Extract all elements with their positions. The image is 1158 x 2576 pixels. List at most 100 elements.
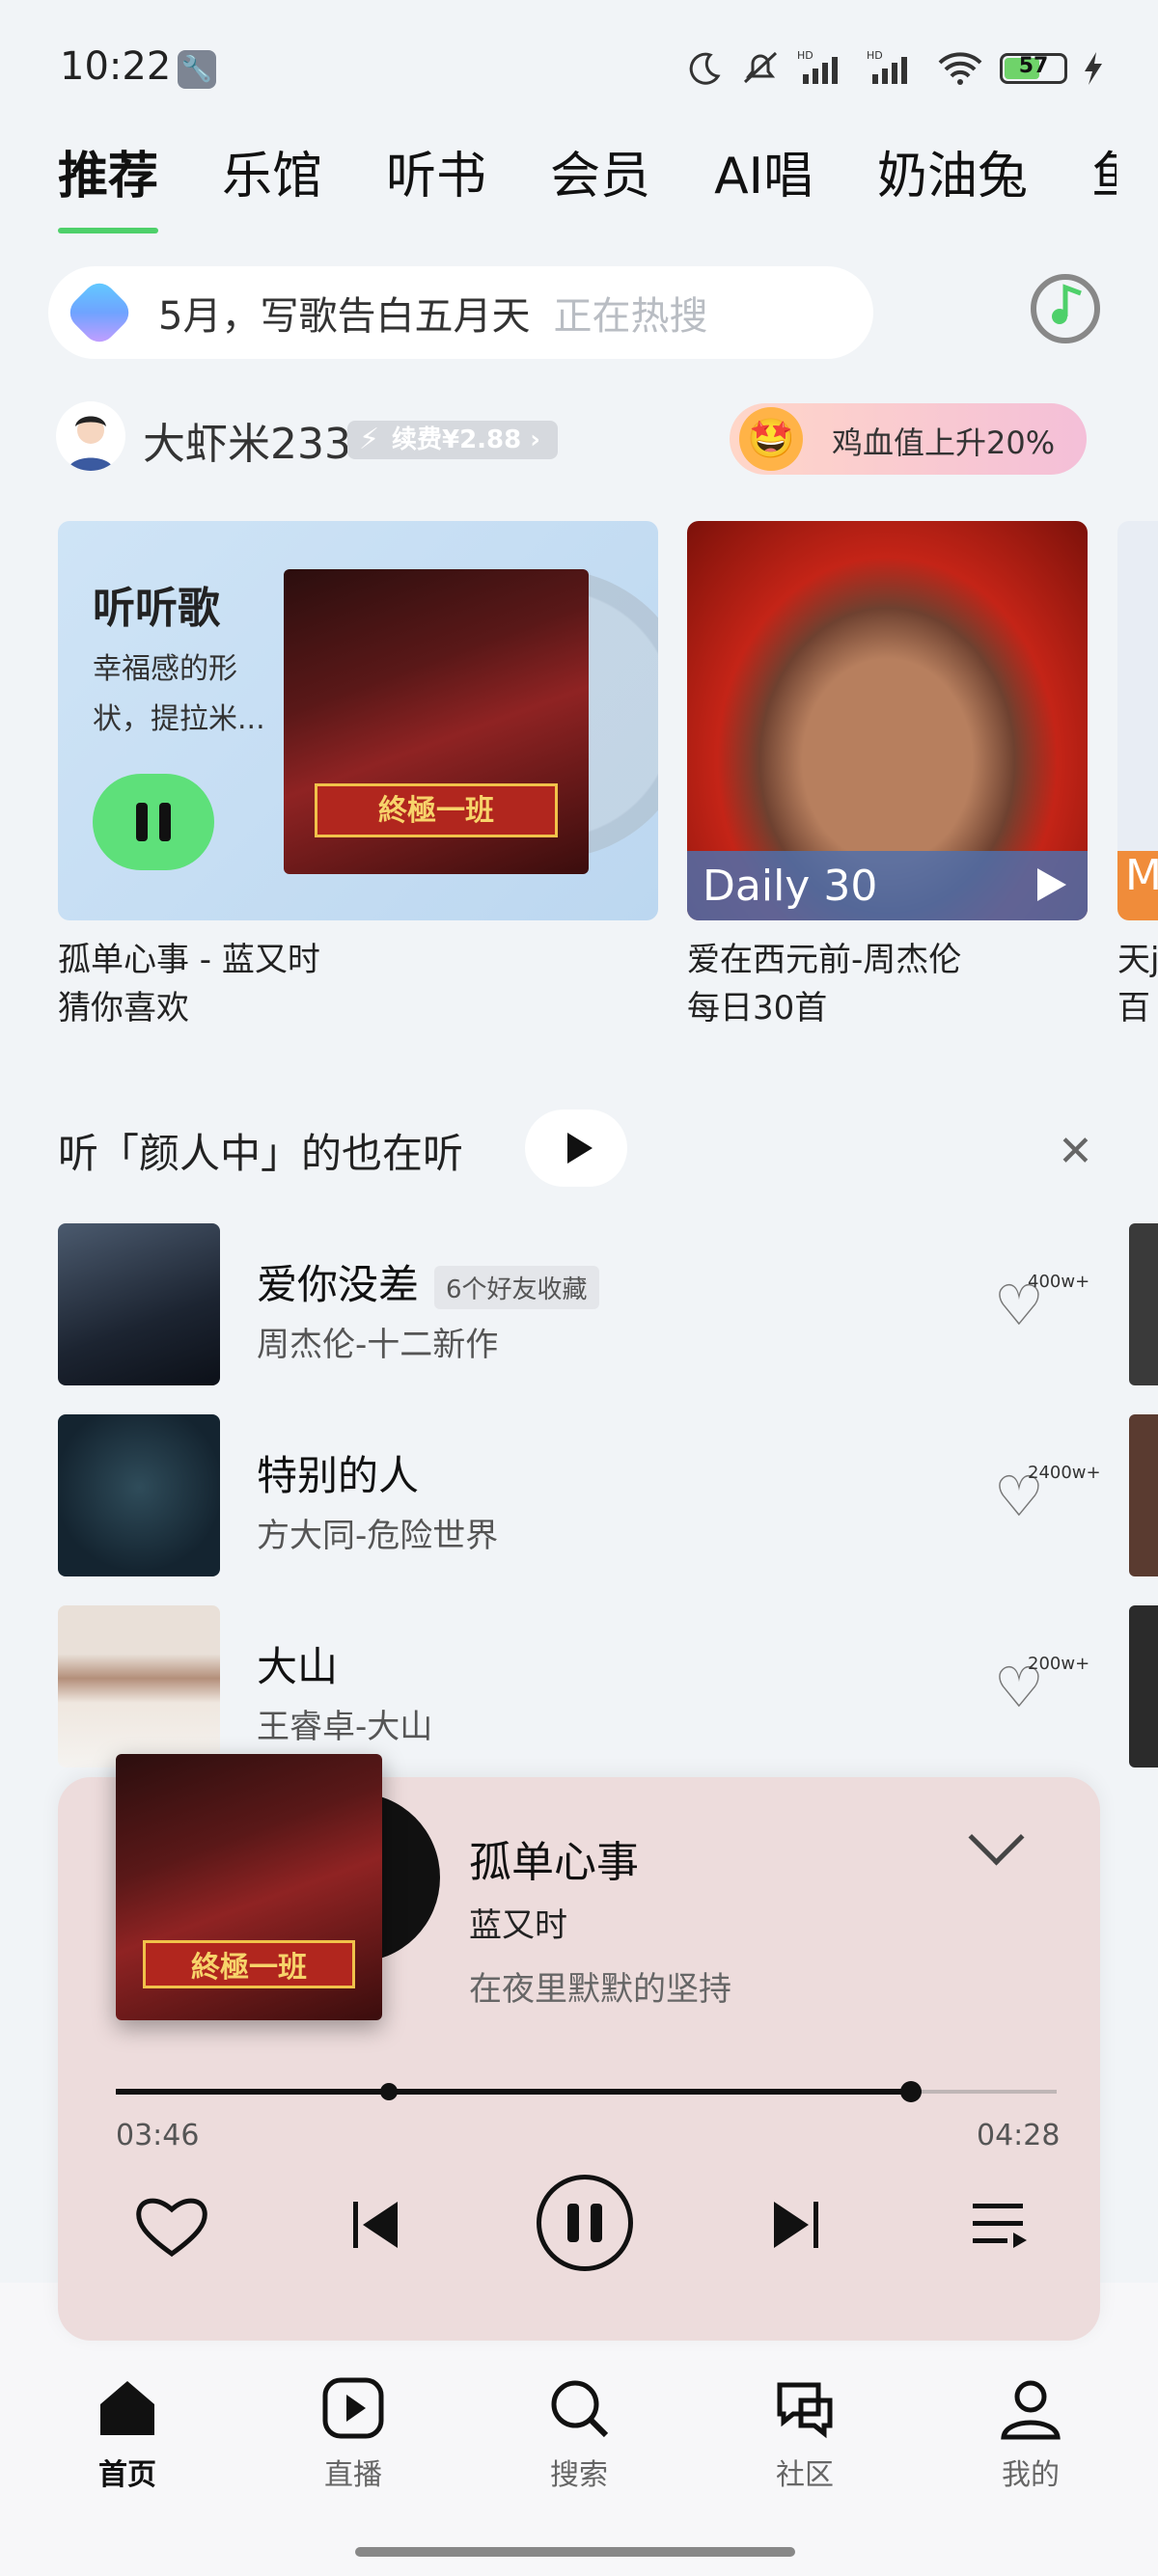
- daily30-bar: Daily 30: [687, 851, 1088, 920]
- song-title: 特别的人: [257, 1452, 420, 1499]
- renew-badge[interactable]: ⚡ 续费¥2.88 ›: [347, 421, 559, 459]
- card-daily30-caption: 爱在西元前-周杰伦: [687, 941, 962, 979]
- avatar[interactable]: [56, 401, 125, 471]
- moon-icon: [689, 52, 721, 85]
- card-daily30-subcaption: 每日30首: [687, 989, 828, 1028]
- tab-music-hall[interactable]: 乐馆: [222, 135, 322, 212]
- total-time: 04:28: [977, 2119, 1061, 2152]
- status-icons: HD HD 57: [685, 44, 1104, 93]
- play-icon[interactable]: [1037, 868, 1066, 901]
- daily30-label: Daily 30: [703, 862, 878, 911]
- like-count: 2400w+: [1028, 1463, 1101, 1483]
- card-daily30[interactable]: Daily 30: [687, 521, 1088, 920]
- list-item[interactable]: 爱你没差 6个好友收藏 周杰伦-十二新作 ♡ 400w+: [58, 1223, 1100, 1385]
- search-hot-keyword: 5月，写歌告白五月天: [158, 294, 531, 339]
- album-cover-text: 終極一班: [314, 782, 559, 838]
- search-logo-icon: [63, 276, 136, 349]
- promo-badge[interactable]: 🤩 鸡血值上升20%: [730, 403, 1087, 475]
- charging-icon: [1085, 52, 1102, 85]
- status-time: 10:22: [60, 44, 172, 89]
- section-play-button[interactable]: [525, 1110, 627, 1187]
- like-heart-icon[interactable]: [135, 2196, 208, 2258]
- previous-icon[interactable]: [347, 2196, 405, 2254]
- renew-label: 续费¥2.88: [392, 425, 522, 454]
- play-icon: [567, 1133, 593, 1164]
- nav-community-label: 社区: [776, 2458, 834, 2492]
- progress-fill: [116, 2089, 911, 2095]
- wrench-icon: 🔧: [178, 50, 216, 89]
- nav-community[interactable]: 社区: [747, 2375, 863, 2493]
- song-title: 爱你没差: [257, 1261, 420, 1308]
- progress-slider[interactable]: [116, 2081, 1057, 2102]
- home-indicator[interactable]: [355, 2547, 795, 2557]
- song-title: 大山: [257, 1643, 339, 1690]
- tab-recommend[interactable]: 推荐: [58, 135, 159, 233]
- card-pause-button[interactable]: [93, 774, 214, 870]
- search-bar[interactable]: 5月，写歌告白五月天 正在热搜: [48, 266, 873, 359]
- search-icon: [551, 2380, 609, 2438]
- nav-search[interactable]: 搜索: [521, 2375, 637, 2493]
- current-time: 03:46: [116, 2119, 200, 2152]
- search-hot-label: 正在热搜: [553, 294, 708, 339]
- friends-badge: 6个好友收藏: [434, 1266, 599, 1309]
- nav-live[interactable]: 直播: [295, 2375, 411, 2493]
- section-title: 听「颜人中」的也在听: [58, 1130, 464, 1177]
- promo-text: 鸡血值上升20%: [832, 425, 1056, 461]
- signal-icon-2: HD: [867, 49, 907, 84]
- tab-cream-rabbit[interactable]: 奶油兔: [877, 135, 1028, 212]
- signal-icon-1: HD: [797, 49, 838, 84]
- pause-icon: [136, 803, 171, 841]
- nav-home[interactable]: 首页: [69, 2375, 185, 2493]
- tab-more[interactable]: 鱼: [1091, 135, 1117, 212]
- like-count: 400w+: [1028, 1272, 1090, 1292]
- progress-handle[interactable]: [899, 2081, 922, 2102]
- album-cover-text: 終極一班: [142, 1939, 356, 1988]
- nav-live-label: 直播: [324, 2458, 382, 2492]
- song-cover-partial: [1129, 1223, 1158, 1385]
- nav-profile-label: 我的: [1002, 2458, 1060, 2492]
- nav-home-label: 首页: [98, 2458, 156, 2492]
- music-note-icon: [1052, 284, 1082, 324]
- card-listen-title: 听听歌: [93, 584, 220, 633]
- wifi-icon: [938, 52, 982, 85]
- player-lyric: 在夜里默默的坚持: [469, 1970, 731, 2009]
- tab-audiobook[interactable]: 听书: [386, 135, 486, 212]
- battery-level: 57: [1018, 54, 1049, 78]
- svg-text:HD: HD: [797, 49, 813, 62]
- card-listen-subcaption: 猜你喜欢: [58, 989, 189, 1028]
- pause-button[interactable]: [537, 2175, 633, 2271]
- close-icon[interactable]: ✕: [1058, 1127, 1093, 1176]
- player-song-title: 孤单心事: [469, 1838, 639, 1887]
- progress-mark: [379, 2083, 398, 2100]
- next-icon[interactable]: [766, 2196, 824, 2254]
- player-album-cover: 終極一班: [116, 1754, 382, 2020]
- top-tabs: 推荐 乐馆 听书 会员 AI唱 奶油兔 鱼: [58, 135, 1117, 233]
- song-subtitle: 方大同-危险世界: [257, 1517, 499, 1555]
- avatar-image: [68, 416, 114, 471]
- song-cover: [58, 1605, 220, 1768]
- card-partial[interactable]: M: [1117, 521, 1158, 920]
- card-partial-caption: 天j: [1117, 941, 1158, 979]
- card-listen[interactable]: 听听歌 幸福感的形状，提拉米... 終極一班: [58, 521, 658, 920]
- song-cover-partial: [1129, 1414, 1158, 1576]
- list-item[interactable]: 大山 王睿卓-大山 ♡ 200w+: [58, 1605, 1100, 1768]
- song-cover-partial: [1129, 1605, 1158, 1768]
- music-recognition-button[interactable]: [1031, 274, 1100, 343]
- song-subtitle: 周杰伦-十二新作: [257, 1326, 499, 1364]
- song-cover: [58, 1414, 220, 1576]
- like-count: 200w+: [1028, 1654, 1090, 1674]
- tab-ai-sing[interactable]: AI唱: [714, 135, 813, 212]
- playlist-icon[interactable]: [969, 2196, 1031, 2254]
- username: 大虾米233: [143, 420, 351, 469]
- star-eyes-emoji-icon: 🤩: [739, 407, 803, 471]
- card-listen-desc: 幸福感的形状，提拉米...: [93, 652, 265, 736]
- lightning-icon: ⚡: [359, 423, 380, 456]
- mute-icon: [743, 51, 778, 84]
- nav-profile[interactable]: 我的: [973, 2375, 1089, 2493]
- card-partial-subcaption: 百: [1117, 989, 1150, 1028]
- battery-icon: 57: [1000, 53, 1067, 84]
- list-item[interactable]: 特别的人 方大同-危险世界 ♡ 2400w+: [58, 1414, 1101, 1576]
- tab-vip[interactable]: 会员: [550, 135, 650, 212]
- nav-search-label: 搜索: [550, 2458, 608, 2492]
- album-cover: 終極一班: [284, 569, 589, 874]
